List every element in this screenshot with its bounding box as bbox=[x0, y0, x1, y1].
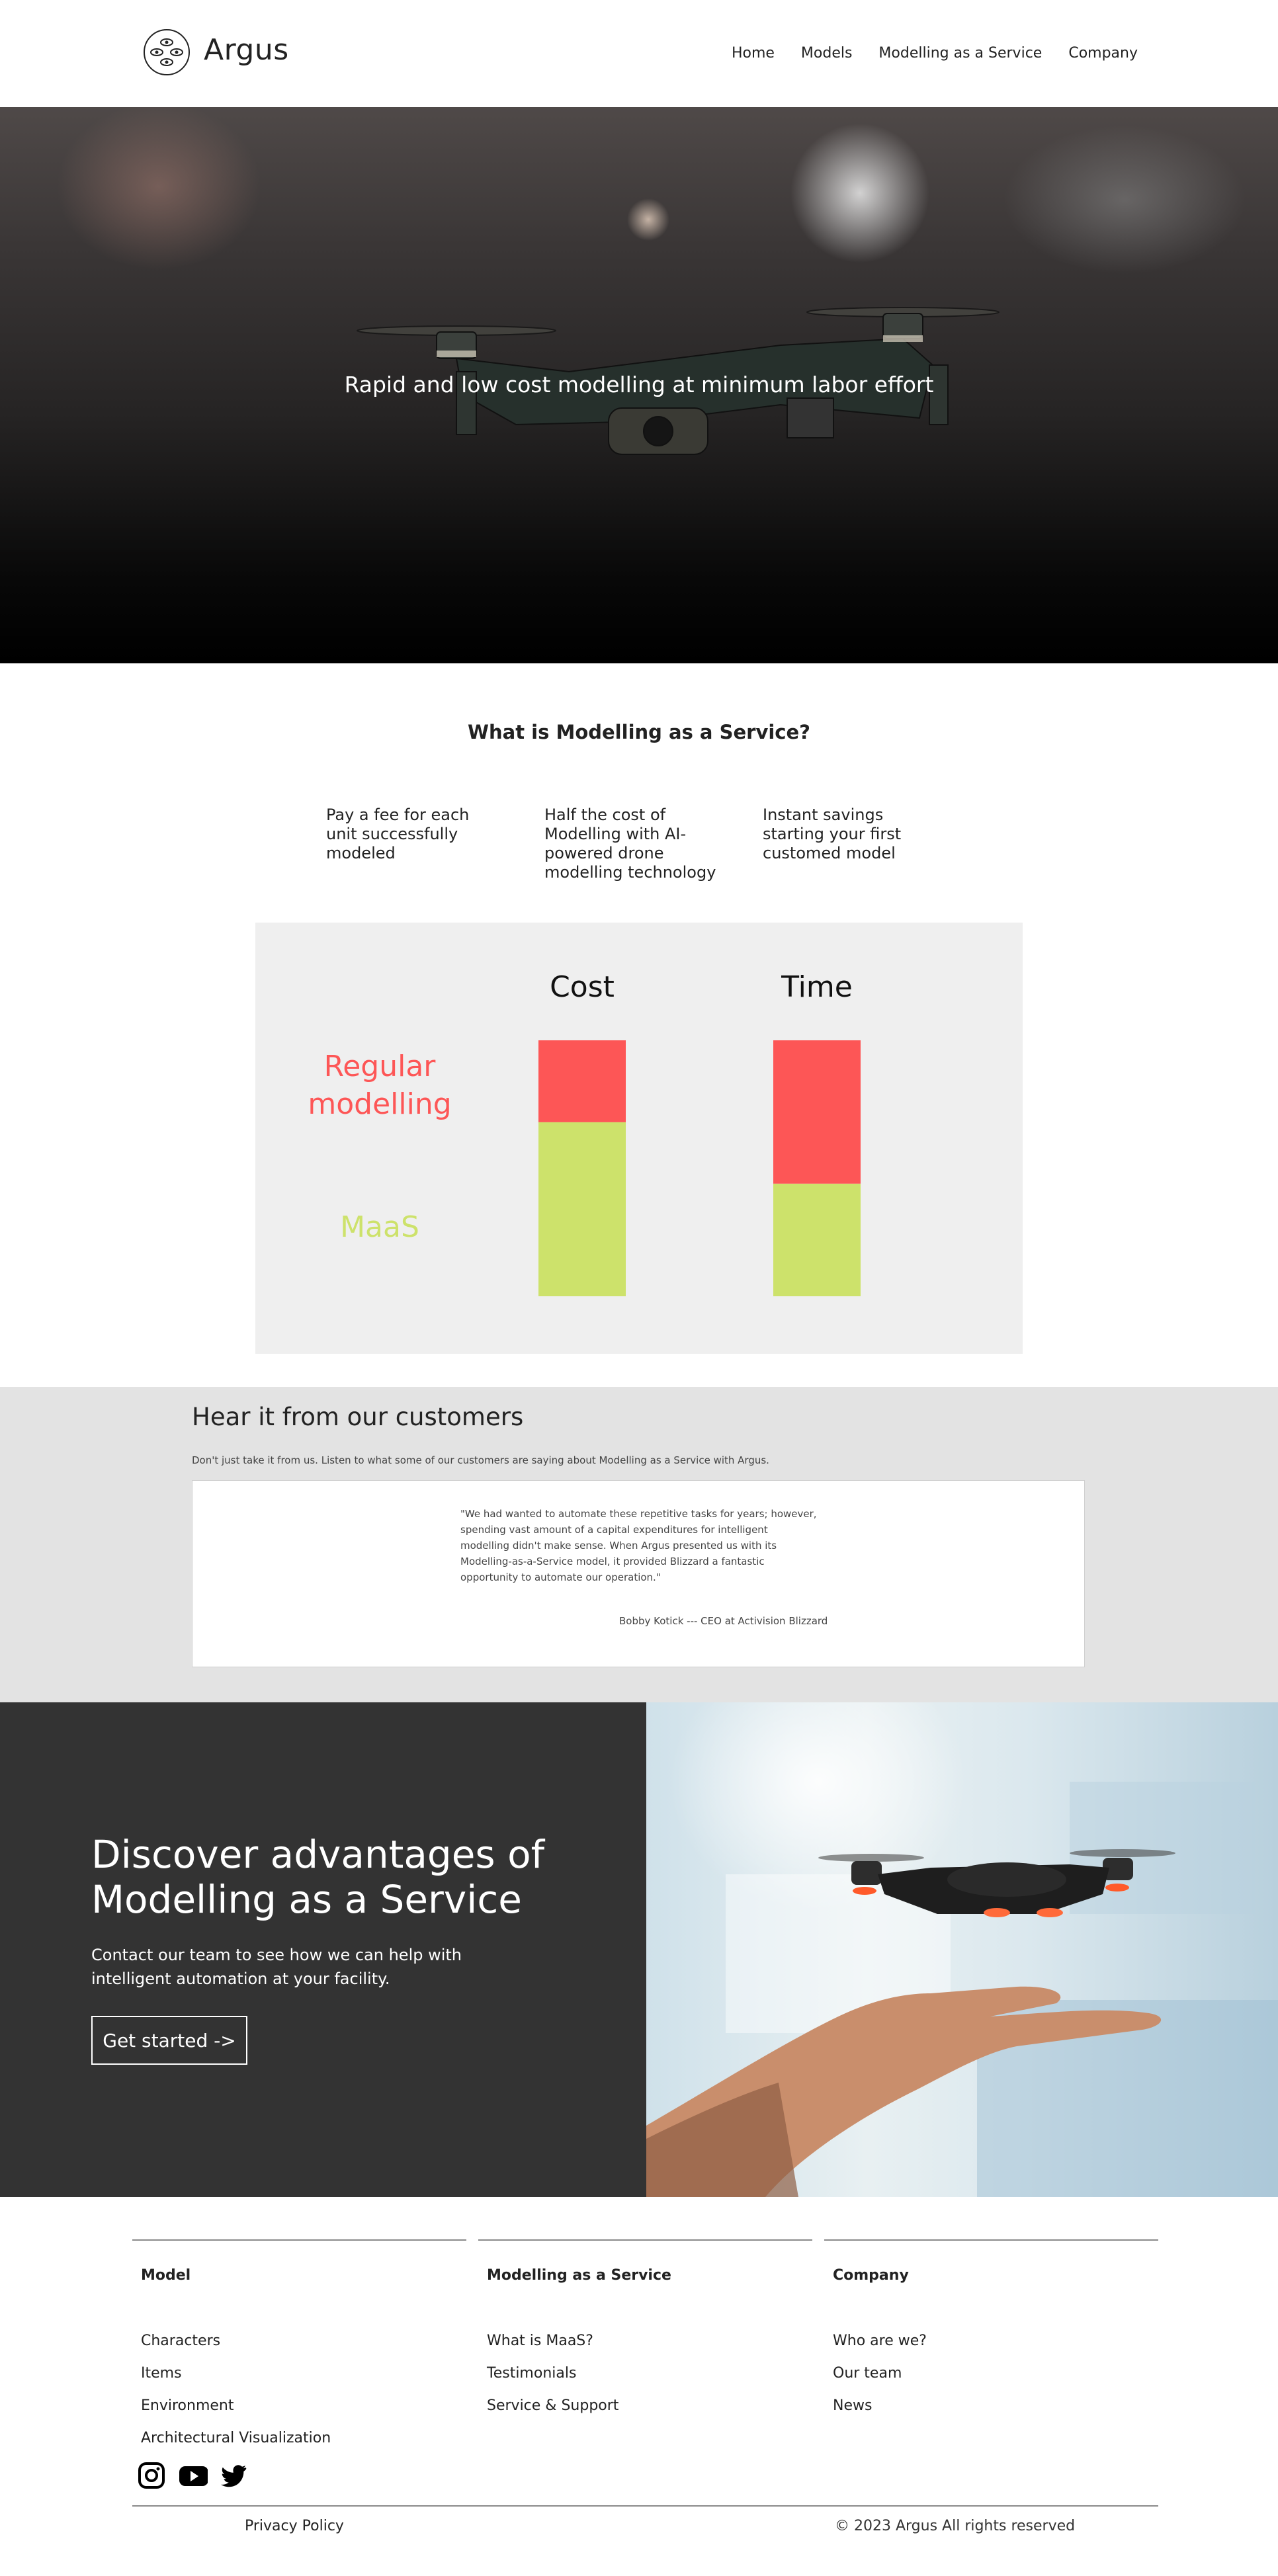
feature-instant-savings: Instant savings starting your first cust… bbox=[763, 806, 902, 862]
footer-heading-model: Model bbox=[141, 2267, 191, 2284]
privacy-policy-link[interactable]: Privacy Policy bbox=[245, 2518, 344, 2534]
chart-bars bbox=[538, 1040, 861, 1296]
bar-cost-maas bbox=[538, 1122, 626, 1296]
drone-hand-illustration bbox=[646, 1782, 1278, 2197]
nav-models[interactable]: Models bbox=[801, 45, 853, 62]
footer-link-our-team[interactable]: Our team bbox=[833, 2365, 927, 2382]
cta-title: Discover advantages of Modelling as a Se… bbox=[91, 1832, 544, 1922]
get-started-button[interactable]: Get started -> bbox=[91, 2016, 247, 2065]
feature-fee-per-unit: Pay a fee for each unit successfully mod… bbox=[326, 806, 470, 862]
testimonial-author: Bobby Kotick --- CEO at Activision Blizz… bbox=[619, 1615, 828, 1627]
testimonial-card: "We had wanted to automate these repetit… bbox=[192, 1480, 1085, 1667]
legend-maas: MaaS bbox=[340, 1210, 419, 1244]
main-nav: Home Models Modelling as a Service Compa… bbox=[732, 45, 1138, 62]
footer-link-testimonials[interactable]: Testimonials bbox=[487, 2365, 618, 2382]
footer-heading-maas: Modelling as a Service bbox=[487, 2267, 671, 2284]
testimonials-section: Hear it from our customers Don't just ta… bbox=[0, 1387, 1278, 1702]
footer-links-maas: What is MaaS? Testimonials Service & Sup… bbox=[487, 2333, 618, 2414]
youtube-icon[interactable] bbox=[177, 2462, 208, 2489]
hero-banner: Rapid and low cost modelling at minimum … bbox=[0, 107, 1278, 663]
testimonials-title: Hear it from our customers bbox=[192, 1403, 524, 1431]
footer-bottom-rule bbox=[132, 2505, 1158, 2507]
nav-maas[interactable]: Modelling as a Service bbox=[878, 45, 1042, 62]
nav-home[interactable]: Home bbox=[732, 45, 775, 62]
footer-link-what-is-maas[interactable]: What is MaaS? bbox=[487, 2333, 618, 2349]
footer-link-who-are-we[interactable]: Who are we? bbox=[833, 2333, 927, 2349]
footer-link-architectural-visualization[interactable]: Architectural Visualization bbox=[141, 2430, 331, 2446]
legend-regular-modelling-line1: Regular bbox=[324, 1050, 437, 1083]
chart-canvas: Cost Time Regular modelling MaaS bbox=[308, 970, 861, 1296]
bar-time-maas bbox=[773, 1183, 861, 1296]
cta-section: Discover advantages of Modelling as a Se… bbox=[0, 1702, 646, 2197]
drone-hand-photo bbox=[646, 1702, 1278, 2197]
drone-image bbox=[357, 307, 1000, 455]
copyright-text: © 2023 Argus All rights reserved bbox=[835, 2518, 1076, 2534]
nav-company[interactable]: Company bbox=[1068, 45, 1138, 62]
footer-links-model: Characters Items Environment Architectur… bbox=[141, 2333, 331, 2446]
footer-link-news[interactable]: News bbox=[833, 2397, 927, 2414]
footer-links-company: Who are we? Our team News bbox=[833, 2333, 927, 2414]
bar-cost-regular-modelling bbox=[538, 1040, 626, 1122]
footer-link-service-support[interactable]: Service & Support bbox=[487, 2397, 618, 2414]
argus-logo-icon[interactable] bbox=[142, 28, 191, 77]
site-header: Argus Home Models Modelling as a Service… bbox=[0, 0, 1278, 107]
maas-section-title: What is Modelling as a Service? bbox=[468, 721, 810, 743]
feature-half-cost: Half the cost of Modelling with AI-power… bbox=[544, 806, 716, 882]
cta-text: Contact our team to see how we can help … bbox=[91, 1946, 462, 1988]
bar-time-regular-modelling bbox=[773, 1040, 861, 1184]
social-links bbox=[138, 2462, 247, 2489]
footer-rule bbox=[478, 2239, 812, 2241]
testimonials-subtitle: Don't just take it from us. Listen to wh… bbox=[192, 1454, 769, 1466]
brand-name[interactable]: Argus bbox=[204, 33, 289, 67]
maas-comparison-chart: Cost Time Regular modelling MaaS bbox=[255, 923, 1023, 1354]
testimonial-quote: "We had wanted to automate these repetit… bbox=[460, 1508, 817, 1583]
footer-link-items[interactable]: Items bbox=[141, 2365, 331, 2382]
instagram-icon[interactable] bbox=[138, 2462, 165, 2489]
twitter-icon[interactable] bbox=[220, 2462, 247, 2489]
category-label-cost: Cost bbox=[550, 970, 615, 1004]
legend-regular-modelling-line2: modelling bbox=[308, 1087, 451, 1121]
footer-rule bbox=[824, 2239, 1158, 2241]
category-label-time: Time bbox=[781, 970, 853, 1004]
hero-tagline: Rapid and low cost modelling at minimum … bbox=[344, 372, 934, 397]
footer-link-environment[interactable]: Environment bbox=[141, 2397, 331, 2414]
footer-link-characters[interactable]: Characters bbox=[141, 2333, 331, 2349]
footer-heading-company: Company bbox=[833, 2267, 909, 2284]
footer-rule bbox=[132, 2239, 466, 2241]
